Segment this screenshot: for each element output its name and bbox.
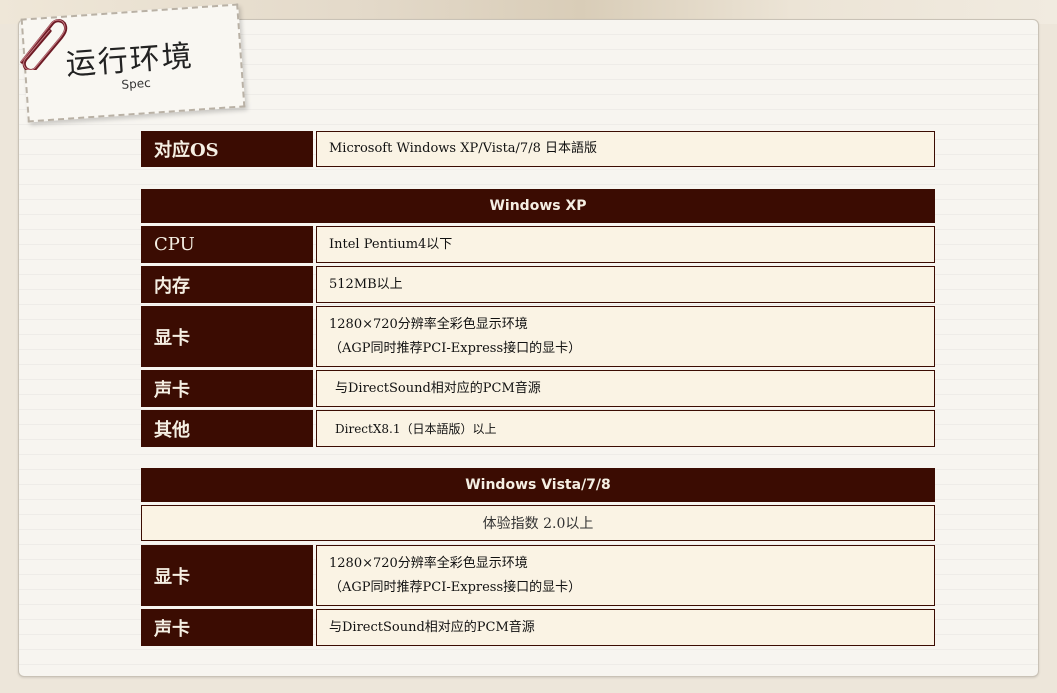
vista-gpu-line-2: （AGP同时推荐PCI-Express接口的显卡） — [329, 579, 582, 595]
os-value: Microsoft Windows XP/Vista/7/8 日本語版 — [316, 131, 935, 167]
xp-other-value-text: DirectX8.1（日本語版）以上 — [335, 421, 497, 436]
vista-row-gpu: 显卡 1280×720分辨率全彩色显示环境 （AGP同时推荐PCI-Expres… — [141, 545, 935, 606]
xp-sound-value: 与DirectSound相对应的PCM音源 — [316, 370, 935, 407]
xp-gpu-line-1: 1280×720分辨率全彩色显示环境 — [329, 316, 528, 332]
vista-sound-value-text: 与DirectSound相对应的PCM音源 — [329, 619, 535, 635]
xp-cpu-label: CPU — [141, 226, 313, 263]
xp-sound-label: 声卡 — [141, 370, 313, 407]
xp-gpu-line-2: （AGP同时推荐PCI-Express接口的显卡） — [329, 340, 582, 356]
xp-other-value: DirectX8.1（日本語版）以上 — [316, 410, 935, 447]
vista-sound-label: 声卡 — [141, 609, 313, 646]
section-subtitle: Spec — [121, 75, 152, 92]
vista-index-note: 体验指数 2.0以上 — [141, 505, 935, 541]
xp-cpu-value-text: Intel Pentium4以下 — [329, 236, 453, 252]
xp-row-gpu: 显卡 1280×720分辨率全彩色显示环境 （AGP同时推荐PCI-Expres… — [141, 306, 935, 367]
xp-cpu-value: Intel Pentium4以下 — [316, 226, 935, 263]
xp-header: Windows XP — [141, 189, 935, 223]
vista-sound-value: 与DirectSound相对应的PCM音源 — [316, 609, 935, 646]
vista-header: Windows Vista/7/8 — [141, 468, 935, 502]
xp-other-label: 其他 — [141, 410, 313, 447]
paperclip-icon — [20, 19, 68, 70]
os-row: 对应OS Microsoft Windows XP/Vista/7/8 日本語版 — [141, 131, 935, 167]
xp-gpu-value: 1280×720分辨率全彩色显示环境 （AGP同时推荐PCI-Express接口… — [316, 306, 935, 367]
xp-memory-label: 内存 — [141, 266, 313, 303]
os-label: 对应OS — [141, 131, 313, 167]
xp-row-memory: 内存 512MB以上 — [141, 266, 935, 303]
xp-gpu-label: 显卡 — [141, 306, 313, 367]
xp-sound-value-text: 与DirectSound相对应的PCM音源 — [335, 380, 541, 396]
vista-gpu-value: 1280×720分辨率全彩色显示环境 （AGP同时推荐PCI-Express接口… — [316, 545, 935, 606]
xp-memory-value: 512MB以上 — [316, 266, 935, 303]
vista-row-sound: 声卡 与DirectSound相对应的PCM音源 — [141, 609, 935, 646]
section-title: 运行环境 — [64, 38, 195, 83]
xp-memory-value-text: 512MB以上 — [329, 276, 403, 292]
xp-row-other: 其他 DirectX8.1（日本語版）以上 — [141, 410, 935, 447]
xp-row-sound: 声卡 与DirectSound相对应的PCM音源 — [141, 370, 935, 407]
vista-gpu-line-1: 1280×720分辨率全彩色显示环境 — [329, 555, 528, 571]
vista-gpu-label: 显卡 — [141, 545, 313, 606]
os-value-text: Microsoft Windows XP/Vista/7/8 日本語版 — [329, 141, 597, 156]
xp-row-cpu: CPU Intel Pentium4以下 — [141, 226, 935, 263]
